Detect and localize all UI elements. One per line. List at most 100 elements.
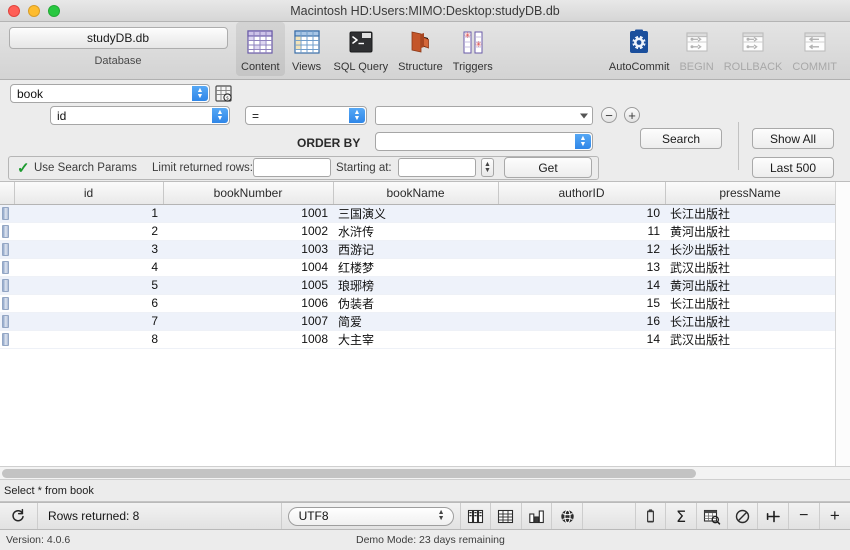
get-button[interactable]: Get (504, 157, 592, 178)
cell-authorID[interactable]: 15 (498, 294, 665, 313)
table-row[interactable]: 4 1004 红楼梦 13 武汉出版社 (0, 258, 835, 277)
cell-pressName[interactable]: 长沙出版社 (665, 240, 835, 259)
toolbar-item-content[interactable]: Content (236, 22, 285, 76)
cell-pressName[interactable]: 武汉出版社 (665, 258, 835, 277)
starting-at-stepper[interactable]: ▲ ▼ (481, 158, 494, 177)
no-entry-button[interactable] (728, 503, 759, 529)
toolbar-item-views[interactable]: Views (285, 22, 329, 76)
row-marker-cell[interactable] (0, 258, 14, 277)
row-marker-cell[interactable] (0, 240, 14, 259)
row-marker-cell[interactable] (0, 276, 14, 295)
limit-rows-input[interactable] (253, 158, 331, 177)
column-header-bookname[interactable]: bookName (333, 182, 499, 205)
column-header-authorid[interactable]: authorID (498, 182, 666, 205)
row-marker-cell[interactable] (0, 294, 14, 313)
cell-pressName[interactable]: 黄河出版社 (665, 276, 835, 295)
cell-bookNumber[interactable]: 1001 (163, 204, 333, 223)
add-filter-button[interactable]: + (624, 107, 640, 123)
table-row[interactable]: 3 1003 西游记 12 长沙出版社 (0, 240, 835, 259)
toolbar-item-rollback[interactable]: ROLLBACK (719, 22, 788, 76)
table-row[interactable]: 2 1002 水浒传 11 黄河出版社 (0, 222, 835, 241)
cell-authorID[interactable]: 13 (498, 258, 665, 277)
cell-authorID[interactable]: 14 (498, 276, 665, 295)
table-row[interactable]: 7 1007 简爱 16 长江出版社 (0, 312, 835, 331)
table-row[interactable]: 1 1001 三国演义 10 长江出版社 (0, 204, 835, 223)
results-table-container[interactable]: id bookNumber bookName authorID pressNam… (0, 182, 850, 466)
globe-button[interactable] (552, 503, 583, 529)
cell-pressName[interactable]: 长江出版社 (665, 204, 835, 223)
cell-bookNumber[interactable]: 1002 (163, 222, 333, 241)
table-properties-button[interactable]: $ (214, 84, 233, 103)
cell-bookName[interactable]: 三国演义 (333, 204, 498, 223)
add-row-button[interactable] (758, 503, 789, 529)
close-button[interactable] (8, 4, 20, 17)
table-select[interactable]: book ▲ ▼ (10, 84, 210, 103)
cell-authorID[interactable]: 14 (498, 330, 665, 349)
cell-id[interactable]: 4 (14, 258, 163, 277)
cell-id[interactable]: 8 (14, 330, 163, 349)
cell-id[interactable]: 3 (14, 240, 163, 259)
cell-bookNumber[interactable]: 1006 (163, 294, 333, 313)
remove-filter-button[interactable]: − (601, 107, 617, 123)
toolbar-item-triggers[interactable]: ✳ ✳ Triggers (448, 22, 498, 76)
sum-button[interactable]: Σ (666, 503, 697, 529)
row-marker-cell[interactable] (0, 222, 14, 241)
zoom-button[interactable] (48, 4, 60, 17)
filter-operator-select[interactable]: = ▲ ▼ (245, 106, 367, 125)
column-header-id[interactable]: id (14, 182, 164, 205)
cell-bookNumber[interactable]: 1004 (163, 258, 333, 277)
column-header-pressname[interactable]: pressName (665, 182, 836, 205)
cell-bookNumber[interactable]: 1003 (163, 240, 333, 259)
cell-bookName[interactable]: 简爱 (333, 312, 498, 331)
cell-id[interactable]: 7 (14, 312, 163, 331)
columns-button[interactable] (461, 503, 492, 529)
cell-bookName[interactable]: 大主宰 (333, 330, 498, 349)
minimize-button[interactable] (28, 4, 40, 17)
cell-authorID[interactable]: 10 (498, 204, 665, 223)
cell-pressName[interactable]: 武汉出版社 (665, 330, 835, 349)
cell-id[interactable]: 5 (14, 276, 163, 295)
cell-bookName[interactable]: 红楼梦 (333, 258, 498, 277)
row-marker-cell[interactable] (0, 330, 14, 349)
chart-button[interactable] (522, 503, 553, 529)
table-row[interactable]: 5 1005 琅琊榜 14 黄河出版社 (0, 276, 835, 295)
cell-id[interactable]: 1 (14, 204, 163, 223)
cell-id[interactable]: 6 (14, 294, 163, 313)
cell-authorID[interactable]: 16 (498, 312, 665, 331)
starting-at-input[interactable] (398, 158, 476, 177)
column-header-booknumber[interactable]: bookNumber (163, 182, 334, 205)
cell-authorID[interactable]: 11 (498, 222, 665, 241)
encoding-select[interactable]: UTF8 ▲ ▼ (287, 506, 454, 526)
row-marker-cell[interactable] (0, 204, 14, 223)
cell-bookName[interactable]: 西游记 (333, 240, 498, 259)
table-row[interactable]: 6 1006 伪装者 15 长江出版社 (0, 294, 835, 313)
cell-authorID[interactable]: 12 (498, 240, 665, 259)
cell-bookName[interactable]: 水浒传 (333, 222, 498, 241)
vertical-scrollbar[interactable] (835, 182, 850, 466)
remove-row-button[interactable]: − (789, 503, 820, 529)
clipboard-button[interactable] (636, 503, 667, 529)
horizontal-scrollbar[interactable] (0, 466, 850, 480)
use-search-params-checkbox[interactable]: ✓ (17, 159, 30, 177)
cell-bookNumber[interactable]: 1007 (163, 312, 333, 331)
horizontal-scrollbar-thumb[interactable] (2, 468, 696, 478)
cell-pressName[interactable]: 长江出版社 (665, 294, 835, 313)
cell-bookName[interactable]: 伪装者 (333, 294, 498, 313)
toolbar-item-structure[interactable]: Structure (393, 22, 448, 76)
cell-pressName[interactable]: 长江出版社 (665, 312, 835, 331)
filter-column-select[interactable]: id ▲ ▼ (50, 106, 230, 125)
cell-bookNumber[interactable]: 1005 (163, 276, 333, 295)
cell-bookName[interactable]: 琅琊榜 (333, 276, 498, 295)
cell-id[interactable]: 2 (14, 222, 163, 241)
toolbar-item-autocommit[interactable]: AutoCommit (604, 22, 675, 76)
cell-bookNumber[interactable]: 1008 (163, 330, 333, 349)
add-button[interactable]: + (820, 503, 850, 529)
row-marker-cell[interactable] (0, 312, 14, 331)
toolbar-item-commit[interactable]: COMMIT (787, 22, 842, 76)
toolbar-item-sql-query[interactable]: SQL Query (329, 22, 394, 76)
order-by-select[interactable]: ▲ ▼ (375, 132, 593, 151)
search-button[interactable]: Search (640, 128, 722, 149)
table-row[interactable]: 8 1008 大主宰 14 武汉出版社 (0, 330, 835, 349)
last-500-button[interactable]: Last 500 (752, 157, 834, 178)
refresh-button[interactable] (0, 503, 38, 529)
